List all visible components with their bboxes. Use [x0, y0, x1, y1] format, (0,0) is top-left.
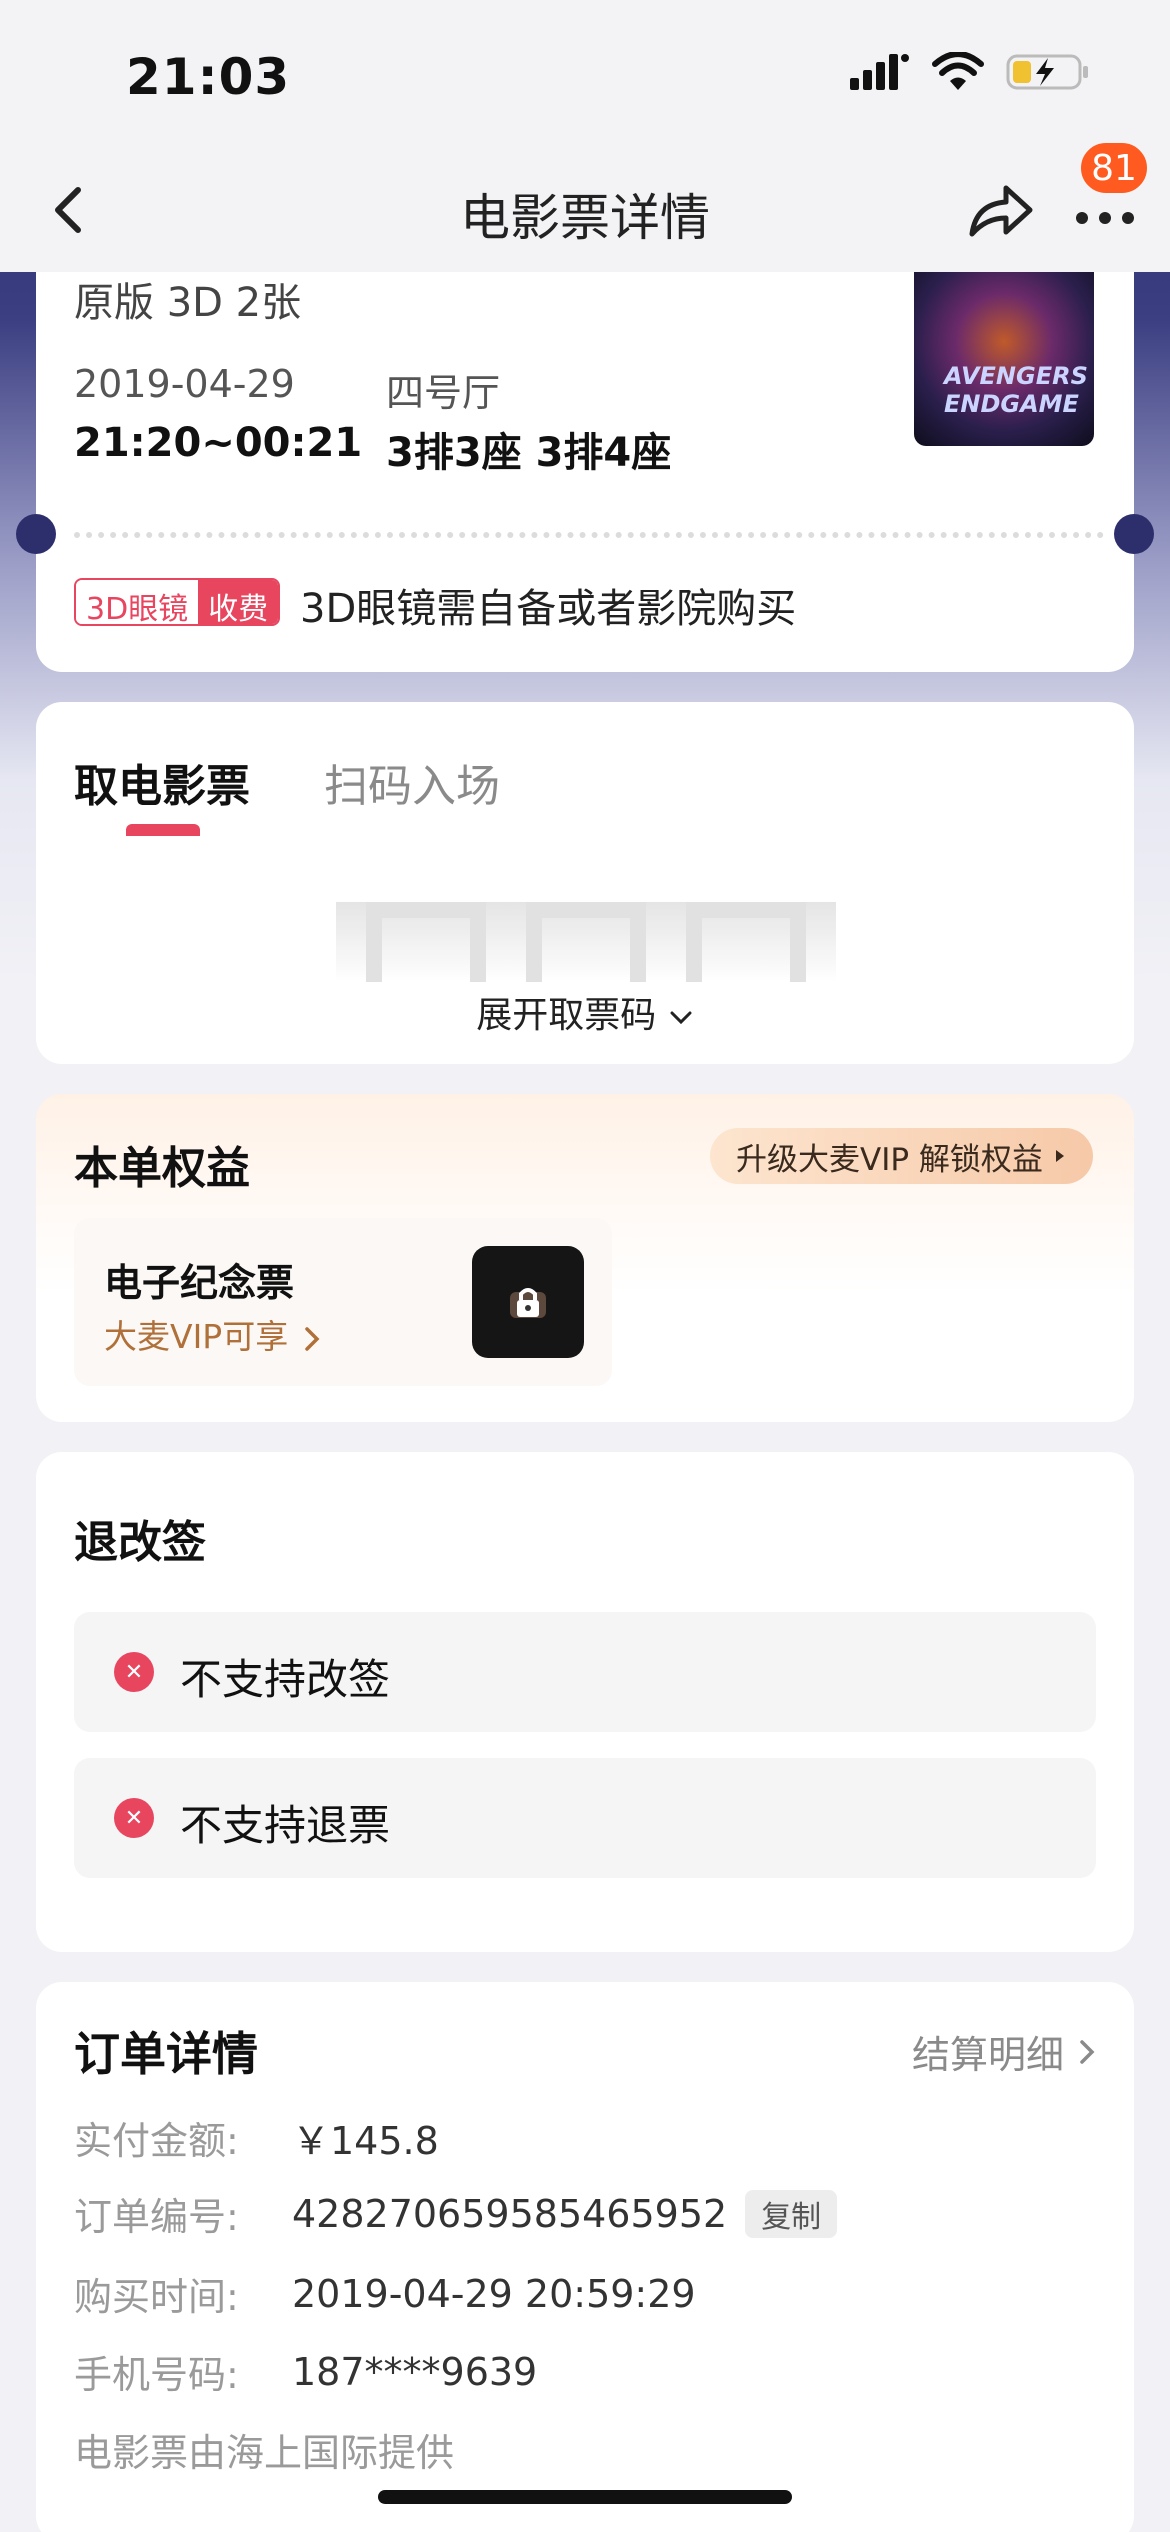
- refund-change-card: 退改签 ✕ 不支持改签 ✕ 不支持退票: [36, 1452, 1134, 1952]
- show-time-range: 21:20~00:21: [74, 420, 363, 466]
- row-value: ￥145.8: [292, 2119, 439, 2163]
- navigation-bar: 电影票详情 81: [0, 140, 1170, 272]
- souvenir-title: 电子纪念票: [104, 1261, 295, 1305]
- row-key: 购买时间:: [74, 2275, 239, 2319]
- glasses-note: 3D眼镜需自备或者影院购买: [300, 586, 797, 632]
- home-indicator[interactable]: [378, 2490, 792, 2504]
- settle-label: 结算明细: [911, 2033, 1064, 2077]
- wifi-icon: [932, 52, 984, 90]
- refund-title: 退改签: [74, 1517, 206, 1568]
- no-change-label: 不支持改签: [180, 1655, 391, 1704]
- order-row-number: 订单编号: 428270659585465952 复制: [74, 2186, 838, 2241]
- chevron-right-icon: [304, 1326, 320, 1351]
- ticket-divider: [74, 532, 1104, 538]
- upgrade-vip-button[interactable]: 升级大麦VIP 解锁权益: [710, 1128, 1093, 1184]
- ticket-provider-note: 电影票由海上国际提供: [74, 2431, 455, 2475]
- row-value: 2019-04-29 20:59:29: [292, 2271, 696, 2316]
- tag-glasses-label: 3D眼镜: [76, 580, 199, 624]
- take-ticket-card: 取电影票 扫码入场 展开取票码: [36, 702, 1134, 1064]
- ticket-code-preview: [336, 902, 836, 982]
- row-key: 手机号码:: [74, 2353, 239, 2397]
- no-refund-item: ✕ 不支持退票: [74, 1758, 1096, 1878]
- close-circle-icon: ✕: [114, 1652, 154, 1692]
- glasses-fee-tag: 3D眼镜 收费: [74, 578, 281, 626]
- souvenir-subtitle: 大麦VIP可享: [104, 1310, 323, 1358]
- row-value: 428270659585465952: [292, 2191, 728, 2236]
- vip-button-label: 升级大麦VIP 解锁权益: [736, 1141, 1043, 1178]
- more-icon[interactable]: [1074, 190, 1136, 230]
- order-row-time: 购买时间: 2019-04-29 20:59:29: [74, 2266, 696, 2321]
- show-date: 2019-04-29: [74, 362, 295, 406]
- souvenir-ticket-item[interactable]: 电子纪念票 大麦VIP可享: [74, 1218, 612, 1386]
- chevron-down-icon: [670, 1011, 692, 1025]
- tag-fee-label: 收费: [198, 580, 279, 624]
- lock-icon: [510, 1288, 546, 1318]
- ticket-notch-left: [16, 514, 56, 554]
- status-bar: 21:03: [0, 0, 1170, 150]
- show-hall: 四号厅: [386, 371, 501, 415]
- status-icons: [850, 52, 1090, 92]
- no-change-item: ✕ 不支持改签: [74, 1612, 1096, 1732]
- movie-poster[interactable]: AVENGERS ENDGAME: [914, 272, 1094, 446]
- share-icon[interactable]: [964, 174, 1038, 248]
- row-key: 实付金额:: [74, 2119, 239, 2163]
- order-row-phone: 手机号码: 187****9639: [74, 2344, 537, 2399]
- expand-label: 展开取票码: [476, 995, 657, 1036]
- chevron-right-icon: [1080, 2039, 1095, 2064]
- signal-icon: [850, 54, 909, 90]
- seat-numbers: 3排3座 3排4座: [386, 430, 672, 476]
- poster-title: AVENGERS ENDGAME: [944, 362, 1088, 418]
- triangle-right-icon: [1055, 1150, 1064, 1162]
- ticket-version: 原版 3D 2张: [74, 280, 302, 326]
- row-key: 订单编号:: [74, 2195, 239, 2239]
- row-value: 187****9639: [292, 2349, 538, 2394]
- locked-souvenir-thumbnail: [472, 1246, 584, 1358]
- no-refund-label: 不支持退票: [180, 1801, 391, 1850]
- status-time: 21:03: [126, 48, 291, 106]
- order-benefits-card: 本单权益 升级大麦VIP 解锁权益 电子纪念票 大麦VIP可享: [36, 1094, 1134, 1422]
- ticket-notch-right: [1114, 514, 1154, 554]
- tab-take-ticket[interactable]: 取电影票: [74, 750, 250, 814]
- close-circle-icon: ✕: [114, 1798, 154, 1838]
- benefits-title: 本单权益: [74, 1143, 250, 1194]
- settlement-details-link[interactable]: 结算明细: [912, 2024, 1098, 2079]
- tab-indicator: [126, 824, 200, 836]
- copy-order-number-button[interactable]: 复制: [745, 2189, 838, 2238]
- notification-badge: 81: [1078, 140, 1150, 196]
- tab-scan-entry[interactable]: 扫码入场: [324, 750, 500, 814]
- expand-ticket-code-button[interactable]: 展开取票码: [36, 986, 1134, 1038]
- battery-charging-icon: [1006, 54, 1088, 90]
- order-details-card: 订单详情 结算明细 实付金额: ￥145.8 订单编号: 42827065958…: [36, 1982, 1134, 2532]
- order-title: 订单详情: [74, 2027, 258, 2081]
- order-row-amount: 实付金额: ￥145.8: [74, 2110, 439, 2165]
